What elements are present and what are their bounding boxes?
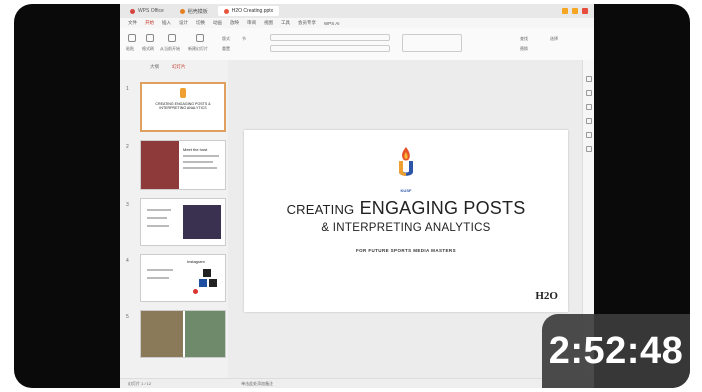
- tab-templates[interactable]: 稻壳模板: [174, 6, 214, 16]
- text-line: [147, 269, 173, 271]
- paragraph-controls[interactable]: [270, 45, 390, 52]
- play-from-current-label: 从当前开始: [160, 46, 180, 51]
- youtube-icon: [193, 289, 198, 294]
- menu-item-insert[interactable]: 插入: [162, 20, 171, 26]
- design-icon[interactable]: [586, 90, 592, 96]
- slide-thumbnail-1[interactable]: CREATING ENGAGING POSTS & INTERPRETING A…: [140, 82, 226, 132]
- tab-document[interactable]: H2O Creating.pptx: [217, 6, 280, 16]
- reset-label[interactable]: 重置: [222, 46, 230, 52]
- text-line: [147, 217, 167, 219]
- thumbnail-photo: [185, 311, 225, 357]
- slide-thumbnail-2[interactable]: Meet the host: [140, 140, 226, 190]
- thumbnail-number: 1: [126, 86, 129, 92]
- text-line: [147, 225, 169, 227]
- shape-gallery[interactable]: [402, 34, 462, 52]
- menu-item-ai[interactable]: WPS AI: [324, 21, 340, 26]
- menu-item-review[interactable]: 审阅: [247, 20, 256, 26]
- wps-icon: [130, 8, 135, 14]
- new-slide-label: 新建幻灯片: [188, 46, 208, 51]
- slide-thumbnail-4[interactable]: Instagram: [140, 254, 226, 302]
- text-line: [183, 167, 217, 169]
- maximize-icon[interactable]: [572, 8, 578, 14]
- menu-item-home[interactable]: 开始: [145, 20, 154, 26]
- slide-thumbnail-panel: 大纲 幻灯片 1 CREATING ENGAGING POSTS & INTER…: [120, 60, 229, 378]
- thumbnail-title: CREATING ENGAGING POSTS & INTERPRETING A…: [155, 102, 211, 110]
- presentation-app-window: WPS Office 稻壳模板 H2O Creating.pptx 文件 开始 …: [120, 4, 594, 388]
- ribbon-toolbar: 粘贴 格式刷 从当前开始 新建幻灯片 版式 重置 节 查找 替换 选择: [120, 28, 594, 61]
- duration-text: 2:52:48: [548, 329, 684, 372]
- paste-icon[interactable]: [128, 34, 136, 42]
- slide-thumbnail-3[interactable]: [140, 198, 226, 246]
- comment-icon[interactable]: [586, 118, 592, 124]
- new-slide-icon[interactable]: [196, 34, 204, 42]
- tab-slides[interactable]: 幻灯片: [172, 64, 186, 70]
- select-label[interactable]: 选择: [550, 36, 558, 42]
- brand-logo-text: H2O: [535, 290, 558, 302]
- play-from-current-icon[interactable]: [168, 34, 176, 42]
- notes-placeholder[interactable]: 单击此处添加备注: [241, 381, 273, 387]
- text-line: [183, 161, 213, 163]
- menu-item-view[interactable]: 视图: [264, 20, 273, 26]
- thumbnail-number: 5: [126, 314, 129, 320]
- format-painter-label: 格式刷: [142, 46, 154, 51]
- menu-bar: 文件 开始 插入 设计 切换 动画 放映 审阅 视图 工具 会员专享 WPS A…: [120, 18, 594, 28]
- thumbnail-number: 2: [126, 144, 129, 150]
- thumbnail-photo: [141, 311, 183, 357]
- font-controls[interactable]: [270, 34, 390, 41]
- replace-label[interactable]: 替换: [520, 46, 528, 52]
- thumbnail-number: 3: [126, 202, 129, 208]
- properties-icon[interactable]: [586, 76, 592, 82]
- tab-wps-office[interactable]: WPS Office: [124, 6, 170, 16]
- text-line: [147, 277, 169, 279]
- slide-title-line-1: CREATING ENGAGING POSTS: [244, 198, 568, 219]
- slide-thumbnail-5[interactable]: [140, 310, 226, 358]
- menu-item-transitions[interactable]: 切换: [196, 20, 205, 26]
- minimize-icon[interactable]: [562, 8, 568, 14]
- title-small: CREATING: [286, 202, 355, 217]
- video-duration-badge: 2:52:48: [542, 314, 690, 388]
- help-icon[interactable]: [586, 146, 592, 152]
- close-icon[interactable]: [582, 8, 588, 14]
- thumbnail-image: [183, 205, 221, 239]
- status-bar: 幻灯片 1 / 12 单击此处添加备注: [120, 378, 594, 388]
- facebook-icon: [199, 279, 207, 287]
- slide-editor-canvas: KUSF CREATING ENGAGING POSTS & INTERPRET…: [228, 60, 582, 378]
- template-icon: [179, 8, 185, 14]
- tiktok-icon: [209, 279, 217, 287]
- section-label[interactable]: 节: [242, 36, 246, 42]
- slide-counter: 幻灯片 1 / 12: [128, 381, 152, 386]
- menu-item-design[interactable]: 设计: [179, 20, 188, 26]
- menu-item-slideshow[interactable]: 放映: [230, 20, 239, 26]
- instagram-icon: [203, 269, 211, 277]
- slide-subtitle: FOR FUTURE SPORTS MEDIA MASTERS: [356, 248, 456, 253]
- animation-icon[interactable]: [586, 104, 592, 110]
- thumbnail-logo: [180, 88, 186, 98]
- text-line: [147, 209, 171, 211]
- format-painter-icon[interactable]: [146, 34, 154, 42]
- window-controls: [562, 8, 594, 14]
- menu-item-animation[interactable]: 动画: [213, 20, 222, 26]
- menu-item-tools[interactable]: 工具: [281, 20, 290, 26]
- title-large: ENGAGING POSTS: [359, 198, 526, 218]
- find-label[interactable]: 查找: [520, 36, 528, 42]
- pptx-icon: [223, 8, 229, 14]
- thumbnail-title: Instagram: [187, 259, 205, 264]
- text-line: [183, 155, 219, 157]
- kusf-logo-icon: [397, 147, 415, 183]
- layout-label[interactable]: 版式: [222, 36, 230, 42]
- thumbnail-photo: [141, 141, 179, 189]
- logo-text: KUSF: [400, 188, 412, 193]
- paste-label: 粘贴: [126, 46, 134, 51]
- slide-title-line-2: & INTERPRETING ANALYTICS: [321, 222, 491, 234]
- thumbnail-title: Meet the host: [183, 147, 208, 152]
- menu-item-file[interactable]: 文件: [128, 20, 137, 26]
- title-bar: WPS Office 稻壳模板 H2O Creating.pptx: [120, 4, 594, 18]
- settings-icon[interactable]: [586, 132, 592, 138]
- current-slide[interactable]: KUSF CREATING ENGAGING POSTS & INTERPRET…: [244, 130, 568, 312]
- tab-outline[interactable]: 大纲: [150, 64, 159, 70]
- thumbnail-number: 4: [126, 258, 129, 264]
- video-thumbnail[interactable]: WPS Office 稻壳模板 H2O Creating.pptx 文件 开始 …: [14, 4, 690, 388]
- menu-item-member[interactable]: 会员专享: [298, 20, 316, 26]
